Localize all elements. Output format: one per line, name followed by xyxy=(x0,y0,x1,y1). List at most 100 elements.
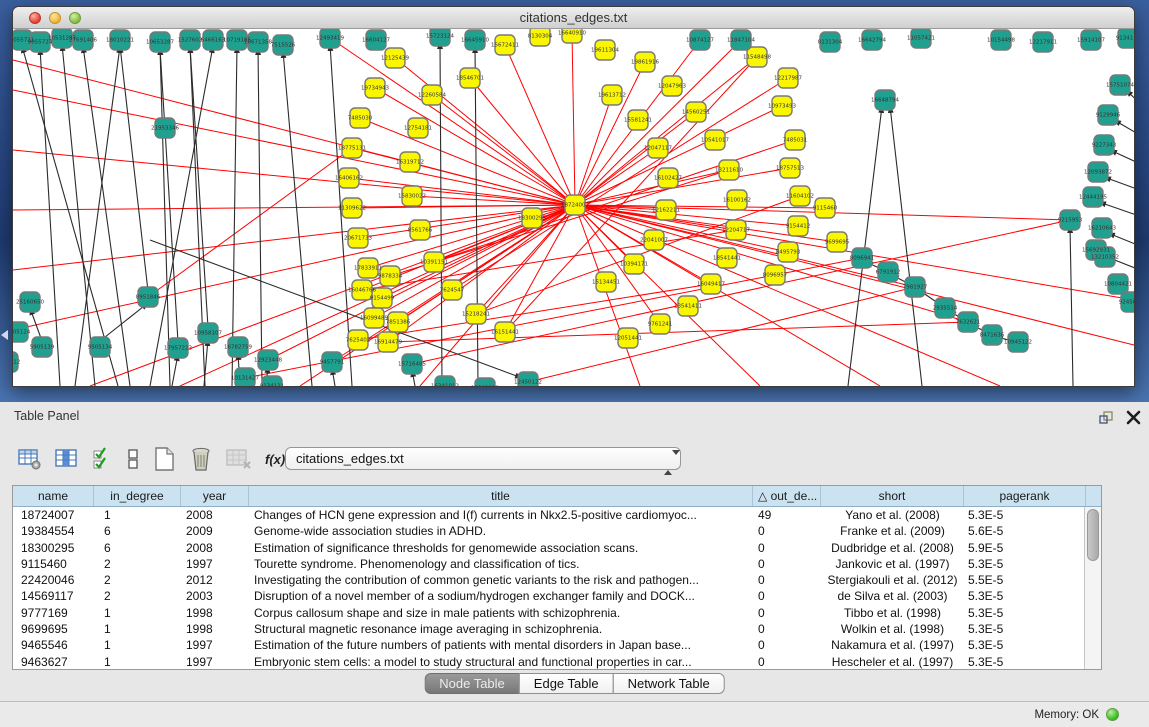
table-selector-combobox[interactable]: citations_edges.txt xyxy=(285,447,681,470)
table-cell[interactable]: 6 xyxy=(94,523,181,539)
table-cell[interactable]: de Silva et al. (2003) xyxy=(821,588,964,604)
table-cell[interactable]: Corpus callosum shape and size in male p… xyxy=(249,605,753,621)
table-cell[interactable]: Estimation of the future numbers of pati… xyxy=(249,637,753,653)
network-canvas[interactable]: 1872400718300295121254391973494374850301… xyxy=(13,29,1134,386)
tab-edge-table[interactable]: Edge Table xyxy=(519,673,614,694)
table-cell[interactable]: 1 xyxy=(94,637,181,653)
table-cell[interactable]: 5.3E-5 xyxy=(964,621,1084,637)
table-row[interactable]: 977716911998Corpus callosum shape and si… xyxy=(13,605,1084,621)
table-cell[interactable]: 2008 xyxy=(181,507,249,523)
table-cell[interactable]: 14569117 xyxy=(13,588,94,604)
table-cell[interactable]: 0 xyxy=(753,605,821,621)
table-cell[interactable]: Hescheler et al. (1997) xyxy=(821,654,964,669)
table-row[interactable]: 1872400712008Changes of HCN gene express… xyxy=(13,507,1084,523)
table-cell[interactable]: 22420046 xyxy=(13,572,94,588)
table-cell[interactable]: 49 xyxy=(753,507,821,523)
table-cell[interactable]: 5.3E-5 xyxy=(964,654,1084,669)
table-cell[interactable]: 5.3E-5 xyxy=(964,637,1084,653)
column-header-short[interactable]: short xyxy=(821,486,964,506)
float-panel-icon[interactable] xyxy=(1099,411,1115,425)
graph-edge[interactable] xyxy=(13,205,575,210)
column-header-pagerank[interactable]: pagerank xyxy=(964,486,1086,506)
graph-edge[interactable] xyxy=(368,205,575,268)
table-cell[interactable]: Stergiakouli et al. (2012) xyxy=(821,572,964,588)
table-cell[interactable]: 1998 xyxy=(181,621,249,637)
table-cell[interactable]: 5.5E-5 xyxy=(964,572,1084,588)
table-cell[interactable]: 5.3E-5 xyxy=(964,605,1084,621)
graph-edge[interactable] xyxy=(172,354,178,386)
tab-network-table[interactable]: Network Table xyxy=(613,673,725,694)
table-cell[interactable]: 0 xyxy=(753,523,821,539)
column-header-indegree[interactable]: in_degree xyxy=(94,486,181,506)
table-cell[interactable]: 1997 xyxy=(181,654,249,669)
table-cell[interactable]: 5.3E-5 xyxy=(964,588,1084,604)
column-selection-icon[interactable] xyxy=(92,447,114,471)
table-cell[interactable]: Investigating the contribution of common… xyxy=(249,572,753,588)
table-cell[interactable]: 0 xyxy=(753,637,821,653)
table-row[interactable]: 969969511998Structural magnetic resonanc… xyxy=(13,621,1084,637)
row-height-icon[interactable] xyxy=(127,447,139,471)
table-cell[interactable]: Tourette syndrome. Phenomenology and cla… xyxy=(249,556,753,572)
table-cell[interactable]: Wolkin et al. (1998) xyxy=(821,621,964,637)
column-header-name[interactable]: name xyxy=(13,486,94,506)
delete-column-icon[interactable] xyxy=(189,446,213,472)
table-cell[interactable]: Genome-wide association studies in ADHD. xyxy=(249,523,753,539)
graph-edge[interactable] xyxy=(575,205,640,386)
graph-edge[interactable] xyxy=(30,308,42,341)
graph-edge[interactable] xyxy=(120,46,148,291)
graph-edge[interactable] xyxy=(470,78,575,205)
table-cell[interactable]: 6 xyxy=(94,540,181,556)
graph-edge[interactable] xyxy=(848,106,882,386)
table-cell[interactable]: 2008 xyxy=(181,540,249,556)
table-cell[interactable]: Tibbo et al. (1998) xyxy=(821,605,964,621)
delete-table-icon[interactable] xyxy=(226,447,252,471)
graph-edge[interactable] xyxy=(575,62,645,205)
graph-edge[interactable] xyxy=(160,48,170,386)
table-cell[interactable]: Estimation of significance thresholds fo… xyxy=(249,540,753,556)
table-cell[interactable]: 9465546 xyxy=(13,637,94,653)
table-cell[interactable]: 0 xyxy=(753,556,821,572)
graph-edge[interactable] xyxy=(382,205,575,298)
table-cell[interactable]: 9777169 xyxy=(13,605,94,621)
graph-edge[interactable] xyxy=(204,339,208,386)
table-cell[interactable]: 1998 xyxy=(181,605,249,621)
table-cell[interactable]: 18300295 xyxy=(13,540,94,556)
graph-edge[interactable] xyxy=(1070,226,1073,386)
table-cell[interactable]: 9463627 xyxy=(13,654,94,669)
tab-node-table[interactable]: Node Table xyxy=(424,673,520,694)
graph-edge[interactable] xyxy=(388,322,968,342)
table-cell[interactable]: Franke et al. (2009) xyxy=(821,523,964,539)
column-header-title[interactable]: title xyxy=(249,486,753,506)
table-scrollbar[interactable] xyxy=(1084,507,1101,669)
table-row[interactable]: 1456911722003Disruption of a novel membe… xyxy=(13,588,1084,604)
table-cell[interactable]: 0 xyxy=(753,654,821,669)
table-cell[interactable]: Disruption of a novel member of a sodium… xyxy=(249,588,753,604)
table-row[interactable]: 1830029562008Estimation of significance … xyxy=(13,540,1084,556)
table-cell[interactable]: 5.3E-5 xyxy=(964,556,1084,572)
graph-edge[interactable] xyxy=(258,48,262,386)
table-cell[interactable]: 0 xyxy=(753,540,821,556)
table-cell[interactable]: 5.6E-5 xyxy=(964,523,1084,539)
scrollbar-thumb[interactable] xyxy=(1087,509,1099,561)
close-panel-icon[interactable] xyxy=(1126,410,1141,425)
table-row[interactable]: 946554611997Estimation of the future num… xyxy=(13,637,1084,653)
table-cell[interactable]: 1 xyxy=(94,621,181,637)
table-cell[interactable]: 0 xyxy=(753,572,821,588)
table-cell[interactable]: 1 xyxy=(94,605,181,621)
table-cell[interactable]: Structural magnetic resonance image aver… xyxy=(249,621,753,637)
table-cell[interactable]: 1 xyxy=(94,654,181,669)
table-cell[interactable]: 9115460 xyxy=(13,556,94,572)
table-cell[interactable]: 19384554 xyxy=(13,523,94,539)
graph-edge[interactable] xyxy=(1104,177,1134,192)
table-cell[interactable]: 5.3E-5 xyxy=(964,507,1084,523)
graph-edge[interactable] xyxy=(283,51,312,386)
function-builder-icon[interactable]: f(x) xyxy=(265,452,285,467)
table-row[interactable]: 2242004622012Investigating the contribut… xyxy=(13,572,1084,588)
graph-edge[interactable] xyxy=(575,95,612,205)
table-cell[interactable]: Changes of HCN gene expression and I(f) … xyxy=(249,507,753,523)
table-cell[interactable]: Embryonic stem cells: a model to study s… xyxy=(249,654,753,669)
table-cell[interactable]: 18724007 xyxy=(13,507,94,523)
table-cell[interactable]: 0 xyxy=(753,621,821,637)
table-row[interactable]: 911546021997Tourette syndrome. Phenomeno… xyxy=(13,556,1084,572)
graph-edge[interactable] xyxy=(22,46,118,386)
